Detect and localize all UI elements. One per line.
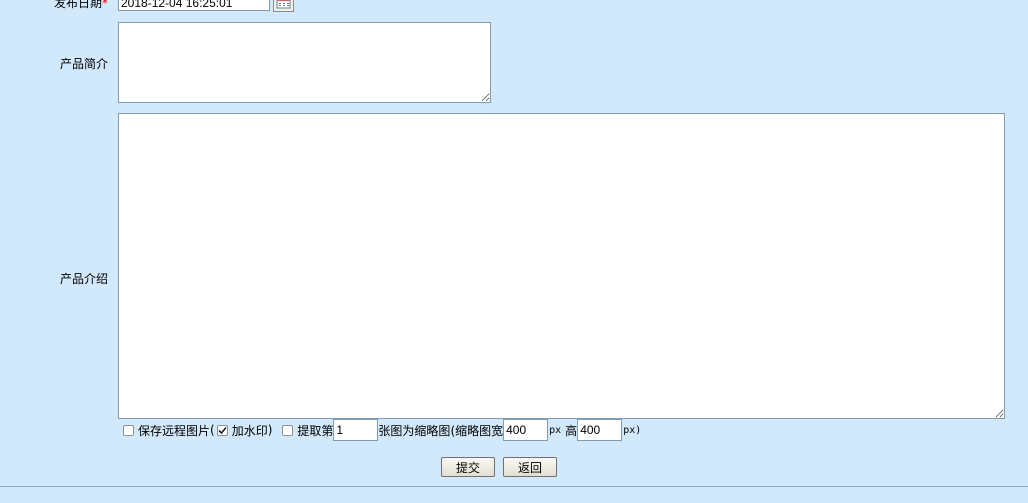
paren-open: ( — [210, 423, 215, 437]
save-remote-images-checkbox[interactable] — [123, 424, 134, 436]
watermark-checkbox[interactable] — [216, 424, 228, 436]
intro-label: 产品介绍 — [59, 272, 108, 286]
thumbnail-width-input[interactable] — [503, 419, 549, 441]
thumbnail-index-input[interactable] — [333, 419, 379, 441]
checkmark-icon — [218, 426, 227, 434]
watermark-label: 加水印 — [231, 423, 268, 438]
thumbnail-text: 张图为缩略图 — [378, 423, 451, 438]
thumbnail-height-input[interactable] — [577, 419, 623, 441]
bottom-divider — [0, 486, 1028, 487]
thumbnail-height-label: 高 — [565, 423, 578, 438]
paren-close: ) — [267, 423, 273, 437]
calendar-icon[interactable] — [273, 0, 294, 12]
extract-thumbnail-checkbox[interactable] — [282, 424, 294, 436]
extract-thumbnail-label: 提取第 — [297, 423, 334, 438]
back-button[interactable]: 返回 — [503, 457, 557, 477]
px-unit-label: px — [549, 424, 562, 436]
image-options-row: 保存远程图片 ( 加水印 ) 提取第 张图为缩略图 (缩略图宽 px 高 px) — [121, 419, 641, 441]
publish-date-input[interactable] — [118, 0, 270, 11]
intro-textarea[interactable] — [118, 113, 1005, 419]
px-unit-close-label: px) — [623, 424, 642, 436]
required-mark: * — [102, 0, 108, 10]
thumbnail-width-label: (缩略图宽 — [450, 423, 504, 438]
summary-label: 产品简介 — [59, 57, 108, 71]
submit-button[interactable]: 提交 — [441, 457, 495, 477]
save-remote-images-label: 保存远程图片 — [138, 423, 211, 438]
publish-date-label: 发布日期* — [54, 0, 108, 11]
summary-textarea[interactable] — [118, 22, 491, 103]
